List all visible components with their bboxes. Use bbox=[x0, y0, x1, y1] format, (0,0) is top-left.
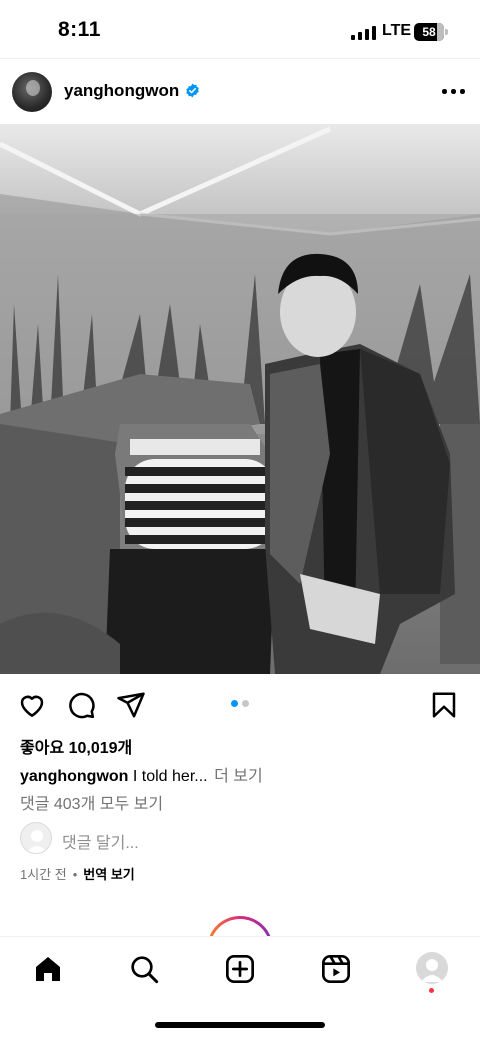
see-translation-link[interactable]: 번역 보기 bbox=[83, 867, 134, 882]
notification-dot bbox=[429, 988, 434, 993]
meta-separator: • bbox=[72, 867, 78, 882]
battery-icon: 58 bbox=[414, 23, 448, 41]
share-send-icon[interactable] bbox=[116, 690, 146, 720]
search-icon[interactable] bbox=[128, 953, 160, 985]
view-all-comments-link[interactable]: 댓글 403개 모두 보기 bbox=[20, 790, 163, 814]
verified-badge-icon bbox=[186, 83, 199, 98]
caption-text: I told her... bbox=[132, 768, 208, 785]
signal-icon bbox=[351, 26, 376, 40]
save-bookmark-icon[interactable] bbox=[429, 690, 459, 720]
likes-count[interactable]: 좋아요 10,019개 bbox=[20, 734, 132, 758]
status-time: 8:11 bbox=[58, 18, 101, 41]
post-actions bbox=[0, 674, 480, 734]
carousel-indicator bbox=[231, 700, 251, 708]
reels-icon[interactable] bbox=[320, 953, 352, 985]
add-comment-row[interactable]: 댓글 달기... bbox=[20, 822, 320, 856]
more-options-icon[interactable] bbox=[441, 87, 465, 95]
post-photo-image bbox=[0, 124, 480, 674]
caption: yanghongwon I told her... 더 보기 bbox=[20, 762, 263, 786]
post-meta: 1시간 전 • 번역 보기 bbox=[20, 864, 135, 883]
carousel-dot-active bbox=[231, 700, 238, 707]
caption-username[interactable]: yanghongwon bbox=[20, 768, 128, 785]
post-author-avatar[interactable] bbox=[12, 72, 52, 112]
carousel-dot bbox=[242, 700, 249, 707]
post-photo[interactable] bbox=[0, 124, 480, 674]
post-author-username[interactable]: yanghongwon bbox=[64, 81, 179, 101]
network-type: LTE bbox=[382, 22, 412, 39]
home-indicator bbox=[155, 1022, 325, 1028]
comment-icon[interactable] bbox=[66, 690, 96, 720]
plus-square-icon[interactable] bbox=[224, 953, 256, 985]
like-heart-icon[interactable] bbox=[17, 690, 47, 720]
home-icon[interactable] bbox=[32, 953, 64, 985]
profile-avatar[interactable] bbox=[416, 952, 448, 984]
post-time: 1시간 전 bbox=[20, 867, 67, 882]
caption-more-link[interactable]: 더 보기 bbox=[214, 768, 263, 785]
add-comment-input[interactable]: 댓글 달기... bbox=[62, 829, 139, 853]
battery-level: 58 bbox=[422, 25, 436, 39]
status-bar: 8:11 LTE 58 bbox=[0, 0, 480, 58]
post-header: yanghongwon bbox=[0, 58, 480, 124]
commenter-avatar bbox=[20, 822, 52, 854]
